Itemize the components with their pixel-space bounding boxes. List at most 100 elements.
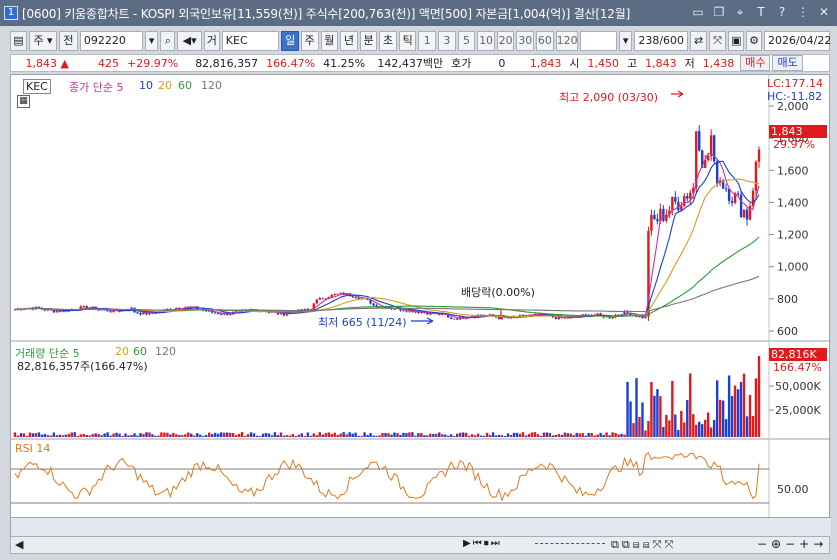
volume-bar [133, 433, 136, 437]
sound-icon[interactable]: ◀▾ [177, 31, 202, 51]
chart-canvas[interactable]: 2,0001,8001,6001,4001,2001,00080060050,0… [11, 75, 831, 537]
playback-controls-icon[interactable]: ▶⏮⏹⏭ [463, 538, 502, 549]
y-axis-ticks: 2,0001,8001,6001,4001,2001,00080060050,0… [769, 100, 821, 496]
candle-body [724, 188, 728, 190]
volume-bar [485, 432, 489, 437]
volume-bar [396, 433, 399, 437]
period-minute[interactable]: 분 [359, 31, 378, 51]
volume-bar [363, 432, 366, 437]
bid-price: 1,843 [529, 56, 562, 70]
gear-icon[interactable]: ⚙ [746, 31, 762, 51]
code-dropdown-icon[interactable]: ▾ [144, 31, 159, 51]
compare-icon[interactable]: ⇄ [690, 31, 708, 51]
volume-bar [157, 435, 160, 437]
zoom-controls-icon[interactable]: −⊕−+→ [757, 537, 827, 551]
volume-bar [692, 414, 695, 437]
volume-bar [745, 416, 749, 437]
period-year[interactable]: 년 [340, 31, 358, 51]
interval-120[interactable]: 120 [555, 31, 578, 51]
draw-tool-icon[interactable]: ⤧ [709, 31, 727, 51]
help-icon[interactable]: ? [775, 5, 789, 19]
interval-1[interactable]: 1 [418, 31, 437, 51]
close-icon[interactable]: ✕ [817, 5, 831, 19]
interval-30[interactable]: 30 [516, 31, 535, 51]
volume-bar [453, 435, 456, 437]
volume-bar [689, 373, 692, 437]
custom-interval-input[interactable] [579, 31, 617, 51]
interval-3[interactable]: 3 [438, 31, 456, 51]
volume-bar [333, 432, 336, 437]
low-annotation: 최저 665 (11/24) [318, 316, 407, 329]
layout-icon[interactable]: ▤ [10, 31, 28, 51]
date-field[interactable]: 2026/04/22 [763, 31, 831, 51]
view-tool-icons[interactable]: ⧉⧉⧈⧈⤧⤧ [611, 538, 676, 552]
font-icon[interactable]: T [754, 5, 768, 19]
volume-bar [545, 432, 549, 437]
sell-button[interactable]: 매도 [772, 55, 803, 71]
volume-bar [500, 435, 504, 437]
volume-bar [321, 434, 324, 437]
volume-bar [151, 434, 154, 437]
trade-amount: 142,437백만 [377, 57, 444, 70]
prev-button[interactable]: 전 [59, 31, 78, 51]
candle-body [336, 293, 339, 295]
volume-bar [578, 433, 581, 437]
interval-20[interactable]: 20 [496, 31, 515, 51]
volume-bar [55, 435, 59, 437]
volume-tick-label: 50,000K [775, 380, 821, 393]
period-tick[interactable]: 틱 [398, 31, 417, 51]
chart-area[interactable]: 2,000 1,800 1,600 1,400 1,200 1,000 800 600 50,0… [10, 74, 831, 537]
volume-bar [405, 433, 408, 437]
symbol-tag[interactable]: KEC [23, 79, 51, 94]
period-week[interactable]: 주 [300, 31, 319, 51]
ma10-legend: 10 [139, 79, 153, 92]
minimize-icon[interactable]: ▭ [691, 5, 705, 19]
market-select[interactable]: 주 ▾ [29, 31, 58, 51]
interval-dropdown-icon[interactable]: ▾ [619, 31, 633, 51]
volume-bar [282, 435, 286, 437]
volume-ratio: 166.47% [266, 56, 316, 70]
scroll-left-icon[interactable]: ◀ [15, 538, 23, 551]
period-month[interactable]: 월 [320, 31, 339, 51]
buy-button[interactable]: 매수 [740, 55, 771, 71]
candle-body [136, 312, 139, 314]
zoom-track[interactable] [535, 543, 605, 546]
chart-scrollbar[interactable]: ◀ ▶⏮⏹⏭ ⧉⧉⧈⧈⤧⤧ −⊕−+→ [10, 536, 830, 554]
volume-bar [566, 433, 569, 437]
volume-bar [211, 434, 214, 437]
bar-count-field[interactable]: 238/600 [634, 31, 689, 51]
volume-bar [611, 432, 614, 437]
candle-body [315, 299, 318, 304]
volume-bar [659, 396, 662, 437]
interval-5[interactable]: 5 [457, 31, 476, 51]
volume-bar [345, 434, 348, 437]
candle-body [757, 149, 761, 162]
grid-table-icon[interactable]: ▦ [17, 95, 30, 108]
settings-icon[interactable]: ⋮ [796, 5, 810, 19]
mode-button[interactable]: 거 [203, 31, 220, 51]
volume-bar [85, 435, 88, 437]
period-second[interactable]: 초 [379, 31, 397, 51]
volume-bar [213, 432, 217, 437]
interval-60[interactable]: 60 [536, 31, 554, 51]
candle-body [754, 161, 758, 191]
search-icon[interactable]: ⌕ [160, 31, 176, 51]
high-arrow-icon [671, 90, 684, 98]
stock-code-input[interactable]: 092220 [79, 31, 143, 51]
save-icon[interactable]: ▣ [728, 31, 745, 51]
period-day[interactable]: 일 [281, 31, 299, 51]
price-tick-label: 1,600 [777, 164, 809, 177]
volume-bar [82, 433, 85, 437]
volume-bar [270, 435, 274, 437]
candle-body [689, 192, 692, 199]
interval-10[interactable]: 10 [477, 31, 495, 51]
volume-bar [542, 432, 546, 437]
pin-icon[interactable]: ⌖ [733, 5, 747, 19]
restore-icon[interactable]: ❐ [712, 5, 726, 19]
volume-bar [240, 432, 244, 437]
high-annotation: 최고 2,090 (03/30) [559, 91, 659, 104]
volume-bar [109, 435, 112, 437]
volume-bar [695, 424, 698, 437]
volume-bar [671, 381, 674, 437]
candle-body [321, 298, 324, 300]
